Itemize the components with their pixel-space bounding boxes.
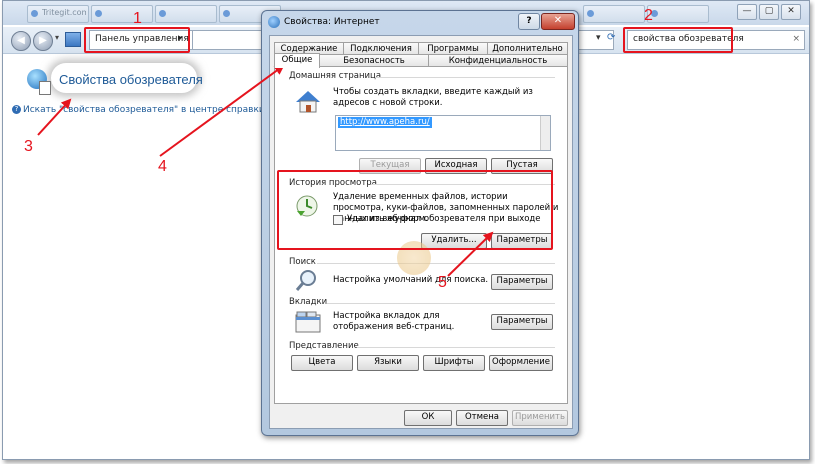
arrow-3 bbox=[37, 98, 72, 136]
annotation-arrows bbox=[37, 64, 494, 277]
tab-general[interactable]: Общие bbox=[274, 53, 320, 68]
arrow-4 bbox=[159, 64, 285, 157]
arrow-5 bbox=[447, 231, 494, 277]
